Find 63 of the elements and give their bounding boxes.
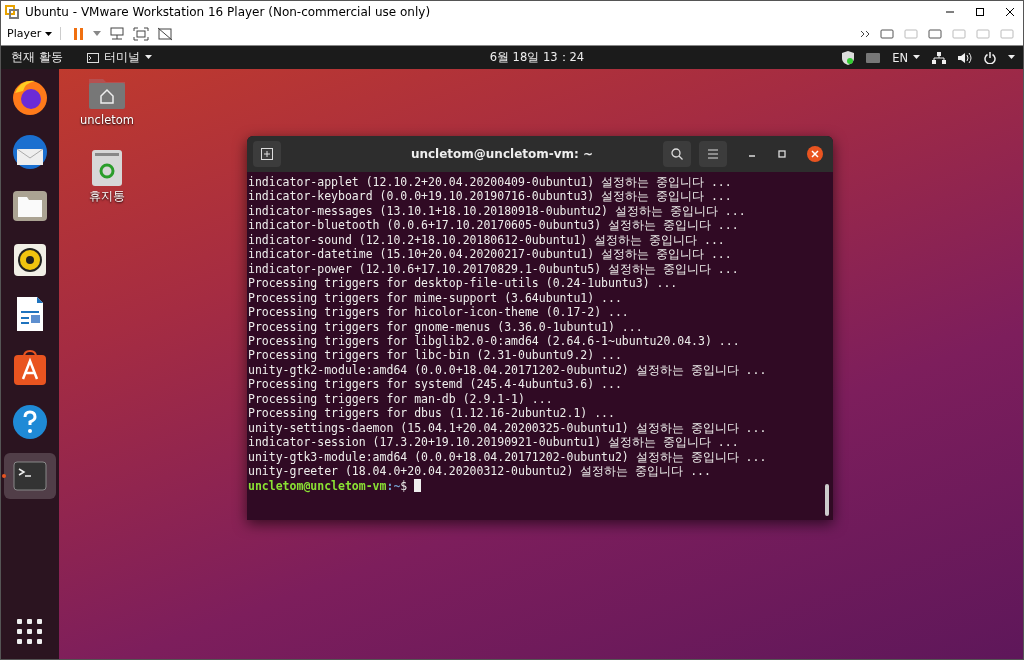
terminal-line: indicator-sound (12.10.2+18.10.20180612-0ubuntu1) 설정하는 중입니다 ...: [248, 232, 726, 248]
terminal-app-menu[interactable]: 터미널: [86, 50, 152, 65]
terminal-line: unity-settings-daemon (15.04.1+20.04.20200325-0ubuntu1) 설정하는 중입니다 ...: [248, 420, 768, 436]
terminal-line: indicator-bluetooth (0.0.6+17.10.20170605-0ubuntu3) 설정하는 중입니다 ...: [248, 218, 740, 233]
pause-icon[interactable]: [72, 26, 85, 41]
plus-icon: [261, 148, 273, 160]
caret-icon: [144, 55, 152, 60]
text-cursor: [414, 479, 422, 493]
browser-icon: [11, 79, 49, 117]
terminal-icon: [86, 52, 99, 63]
terminal-title: uncletom@uncletom-vm: ~: [410, 147, 594, 161]
terminal-line: indicator-keyboard (0.0.0+19.10.20190716-0ubuntu3) 설정하는 중입니다 ...: [248, 189, 733, 204]
menu-button[interactable]: [699, 141, 727, 167]
menu-icon: [707, 149, 719, 159]
search-icon: [671, 148, 683, 160]
terminal-line: Processing triggers for systemd (245.4-4ubuntu3.6) ...: [248, 377, 623, 392]
caret-icon: [913, 55, 920, 60]
volume-icon[interactable]: [958, 51, 972, 64]
shield-icon[interactable]: [842, 50, 855, 65]
trash-icon[interactable]: [91, 149, 123, 187]
new-tab-button[interactable]: [253, 141, 281, 167]
fullscreen-icon[interactable]: [132, 26, 149, 41]
window-title: Ubuntu - VMware Workstation 16 Player (Non-commercial use only): [25, 4, 431, 19]
maximize-icon[interactable]: [975, 6, 985, 17]
prompt-symbol: $: [400, 478, 408, 493]
input-source-menu[interactable]: EN: [892, 50, 920, 65]
terminal-line: indicator-power (12.10.6+17.10.20170829.1-0ubuntu5) 설정하는 중입니다 ...: [248, 261, 740, 277]
terminal-line: Processing triggers for desktop-file-utils (0.24-1ubuntu3) ...: [248, 276, 679, 291]
terminal-line: unity-greeter (18.04.0+20.04.20200312-0ubuntu2) 설정하는 중입니다 ...: [248, 464, 712, 479]
power-icon[interactable]: [984, 51, 996, 64]
speaker-icon: [11, 241, 49, 279]
search-button[interactable]: [663, 141, 691, 167]
shopping-bag-icon: [11, 349, 49, 387]
terminal-line: indicator-applet (12.10.2+20.04.20200409-0ubuntu1) 설정하는 중입니다 ...: [248, 175, 733, 190]
terminal-line: Processing triggers for libc-bin (2.31-0ubuntu9.2) ...: [248, 348, 623, 363]
terminal-line: Processing triggers for gnome-menus (3.36.0-1ubuntu1) ...: [248, 319, 644, 334]
terminal-line: unity-gtk3-module:amd64 (0.0.0+18.04.20171202-0ubuntu2) 설정하는 중입니다 ...: [248, 449, 768, 465]
scrollbar[interactable]: [825, 484, 829, 516]
close-icon[interactable]: [807, 146, 823, 162]
terminal-line: Processing triggers for libglib2.0-0:amd64 (2.64.6-1~ubuntu20.04.3) ...: [248, 334, 741, 349]
close-icon[interactable]: [1005, 6, 1015, 17]
caret-icon: [44, 32, 52, 37]
app-grid-icon[interactable]: [17, 619, 43, 645]
app-logo-icon: [5, 4, 19, 19]
caret-icon[interactable]: [1008, 55, 1015, 60]
icon-label[interactable]: 휴지통: [89, 189, 125, 204]
double-chevron-icon[interactable]: [860, 29, 871, 38]
terminal-line: indicator-messages (13.10.1+18.10.20180918-0ubuntu2) 설정하는 중입니다 ...: [248, 203, 747, 219]
terminal-line: Processing triggers for mime-support (3.64ubuntu1) ...: [248, 290, 623, 306]
mail-icon: [11, 133, 49, 171]
terminal-line: unity-gtk2-module:amd64 (0.0.0+18.04.20171202-0ubuntu2) 설정하는 중입니다 ...: [248, 362, 768, 378]
terminal-line: indicator-session (17.3.20+19.10.20190921-0ubuntu1) 설정하는 중입니다 ...: [248, 435, 740, 450]
prompt-path: :~: [386, 478, 401, 493]
terminal-line: Processing triggers for dbus (1.12.16-2ubuntu2.1) ...: [248, 406, 616, 421]
clock[interactable]: 6월 18일 13：24: [489, 50, 585, 65]
prompt-user: uncletom@uncletom-vm: [248, 478, 387, 493]
help-icon: [11, 403, 49, 441]
icon-label[interactable]: uncletom: [80, 113, 134, 127]
terminal-line: indicator-datetime (15.10+20.04.20200217-0ubuntu1) 설정하는 중입니다 ...: [248, 247, 733, 262]
activities-button[interactable]: 현재 활동: [11, 50, 63, 65]
terminal-line: Processing triggers for man-db (2.9.1-1) ...: [248, 391, 554, 407]
player-menu[interactable]: Player: [7, 27, 61, 40]
terminal-line: Processing triggers for hicolor-icon-theme (0.17-2) ...: [248, 305, 630, 320]
